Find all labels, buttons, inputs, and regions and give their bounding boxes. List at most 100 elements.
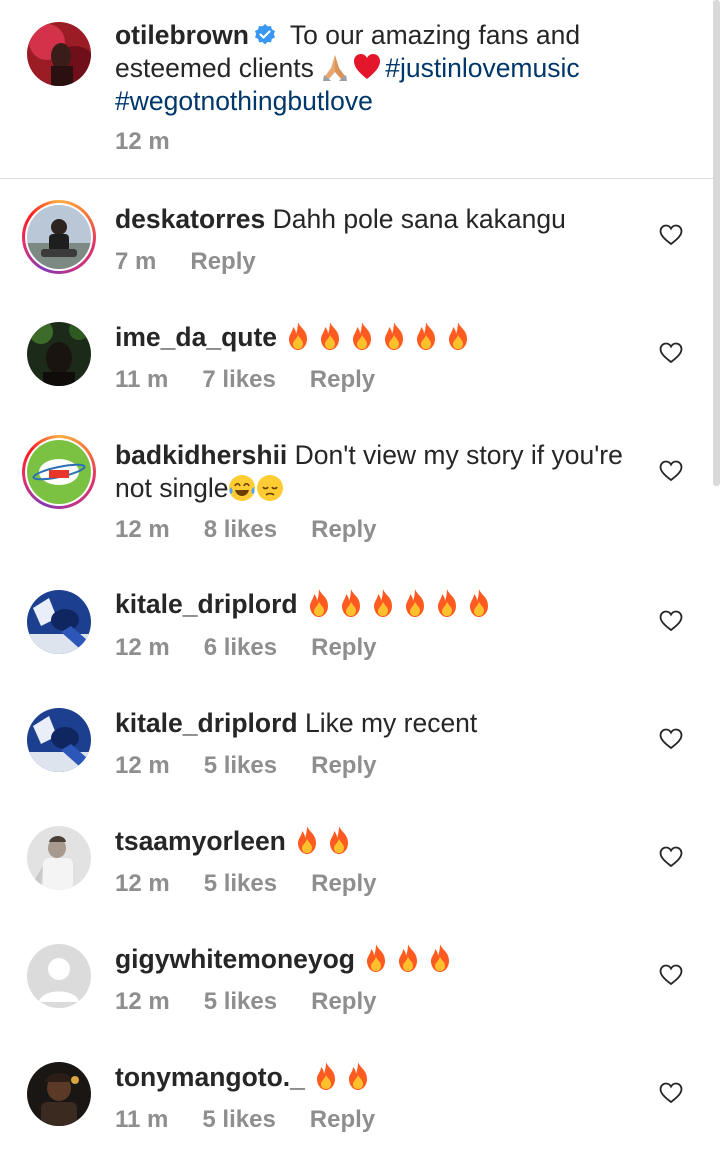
- fire-emoji-icon: [469, 589, 488, 617]
- comment-meta: 11 m 7 likes Reply: [115, 366, 409, 394]
- post-timestamp: 12 m: [115, 128, 204, 156]
- timestamp: 12 m: [115, 988, 170, 1015]
- reply-button[interactable]: Reply: [311, 516, 376, 543]
- fire-emoji-icon: [349, 1062, 368, 1090]
- comment-body: Dahh pole sana kakangu: [265, 204, 566, 234]
- avatar[interactable]: [27, 708, 91, 772]
- comment-username[interactable]: ime_da_qute: [115, 322, 277, 352]
- timestamp: 12 m: [115, 634, 170, 661]
- fire-emoji-icon: [417, 322, 436, 350]
- avatar[interactable]: [27, 826, 91, 890]
- reply-button[interactable]: Reply: [311, 634, 376, 661]
- fire-emoji-icon: [373, 589, 392, 617]
- comment-body: [286, 826, 293, 856]
- likes-count[interactable]: 7 likes: [202, 366, 275, 393]
- fire-emoji-icon: [367, 944, 386, 972]
- fire-emoji-icon: [321, 322, 340, 350]
- avatar[interactable]: [27, 205, 91, 269]
- timestamp: 12 m: [115, 752, 170, 779]
- like-heart-icon[interactable]: [659, 1082, 683, 1104]
- comment-text: deskatorres Dahh pole sana kakangu: [115, 203, 645, 236]
- comment-meta: 12 m 6 likes Reply: [115, 634, 410, 662]
- like-heart-icon[interactable]: [659, 728, 683, 750]
- fire-emoji-icon: [353, 322, 372, 350]
- story-ring[interactable]: [22, 435, 96, 509]
- scrollbar[interactable]: [713, 0, 720, 486]
- comment-text: kitale_driplord: [115, 588, 645, 621]
- likes-count[interactable]: 6 likes: [204, 634, 277, 661]
- comment-body: [305, 1062, 312, 1092]
- comment-username[interactable]: tsaamyorleen: [115, 826, 286, 856]
- fire-emoji-icon: [405, 589, 424, 617]
- like-heart-icon[interactable]: [659, 610, 683, 632]
- like-heart-icon[interactable]: [659, 846, 683, 868]
- likes-count[interactable]: 5 likes: [204, 752, 277, 779]
- fire-emoji-icon: [330, 826, 349, 854]
- like-heart-icon[interactable]: [659, 224, 683, 246]
- verified-badge-icon: [254, 24, 275, 45]
- hashtag-link[interactable]: #justinlovemusic: [385, 53, 579, 83]
- avatar[interactable]: [27, 22, 91, 86]
- comment-meta: 11 m 5 likes Reply: [115, 1106, 409, 1134]
- like-heart-icon[interactable]: [659, 460, 683, 482]
- post-username[interactable]: otilebrown: [115, 20, 249, 50]
- comment-text: gigywhitemoneyog: [115, 943, 645, 976]
- comment-meta: 12 m 8 likes Reply: [115, 516, 410, 544]
- timestamp: 12 m: [115, 516, 170, 543]
- reply-button[interactable]: Reply: [310, 1106, 375, 1133]
- reply-button[interactable]: Reply: [311, 988, 376, 1015]
- fire-emoji-icon: [431, 944, 450, 972]
- comment-body: [355, 944, 362, 974]
- likes-count[interactable]: 5 likes: [204, 988, 277, 1015]
- comment-meta: 12 m 5 likes Reply: [115, 988, 410, 1016]
- comment-username[interactable]: kitale_driplord: [115, 589, 298, 619]
- reply-button[interactable]: Reply: [311, 870, 376, 897]
- fire-emoji-icon: [341, 589, 360, 617]
- like-heart-icon[interactable]: [659, 964, 683, 986]
- likes-count[interactable]: 5 likes: [202, 1106, 275, 1133]
- hashtag-link[interactable]: #wegotnothingbutlove: [115, 86, 373, 116]
- timestamp: 11 m: [115, 366, 169, 393]
- comment-meta: 7 m Reply: [115, 248, 290, 276]
- timestamp: 12 m: [115, 870, 170, 897]
- comment-text: badkidhershii Don't view my story if you…: [115, 439, 645, 505]
- fire-emoji-icon: [385, 322, 404, 350]
- comment-body: [298, 589, 305, 619]
- reply-button[interactable]: Reply: [310, 366, 375, 393]
- comment-text: kitale_driplord Like my recent: [115, 707, 645, 740]
- folded-hands-emoji-icon: [323, 55, 348, 81]
- avatar[interactable]: [27, 1062, 91, 1126]
- comment-username[interactable]: deskatorres: [115, 204, 265, 234]
- fire-emoji-icon: [298, 826, 317, 854]
- avatar[interactable]: [27, 440, 91, 504]
- comment-body: Like my recent: [297, 708, 478, 738]
- comment-username[interactable]: gigywhitemoneyog: [115, 944, 355, 974]
- reply-button[interactable]: Reply: [311, 752, 376, 779]
- fire-emoji-icon: [289, 322, 308, 350]
- comment-meta: 12 m 5 likes Reply: [115, 870, 410, 898]
- reply-button[interactable]: Reply: [190, 248, 255, 275]
- post-caption: otilebrown To our amazing fans and estee…: [0, 0, 720, 179]
- story-ring[interactable]: [22, 200, 96, 274]
- like-heart-icon[interactable]: [659, 342, 683, 364]
- fire-emoji-icon: [399, 944, 418, 972]
- avatar-placeholder[interactable]: [27, 944, 91, 1008]
- fire-emoji-icon: [437, 589, 456, 617]
- comment-username[interactable]: badkidhershii: [115, 440, 287, 470]
- comment-username[interactable]: kitale_driplord: [115, 708, 298, 738]
- avatar[interactable]: [27, 590, 91, 654]
- fire-emoji-icon: [317, 1062, 336, 1090]
- red-heart-emoji-icon: [354, 54, 381, 79]
- comment-text: tonymangoto._: [115, 1061, 645, 1094]
- fire-emoji-icon: [449, 322, 468, 350]
- pensive-face-emoji-icon: [257, 475, 284, 501]
- timestamp: 7 m: [115, 248, 157, 275]
- likes-count[interactable]: 5 likes: [204, 870, 277, 897]
- face-with-tears-of-joy-emoji-icon: [229, 475, 256, 501]
- comment-meta: 12 m 5 likes Reply: [115, 752, 410, 780]
- comment-username[interactable]: tonymangoto._: [115, 1062, 305, 1092]
- timestamp: 12 m: [115, 128, 170, 155]
- comment-text: tsaamyorleen: [115, 825, 645, 858]
- avatar[interactable]: [27, 322, 91, 386]
- likes-count[interactable]: 8 likes: [204, 516, 277, 543]
